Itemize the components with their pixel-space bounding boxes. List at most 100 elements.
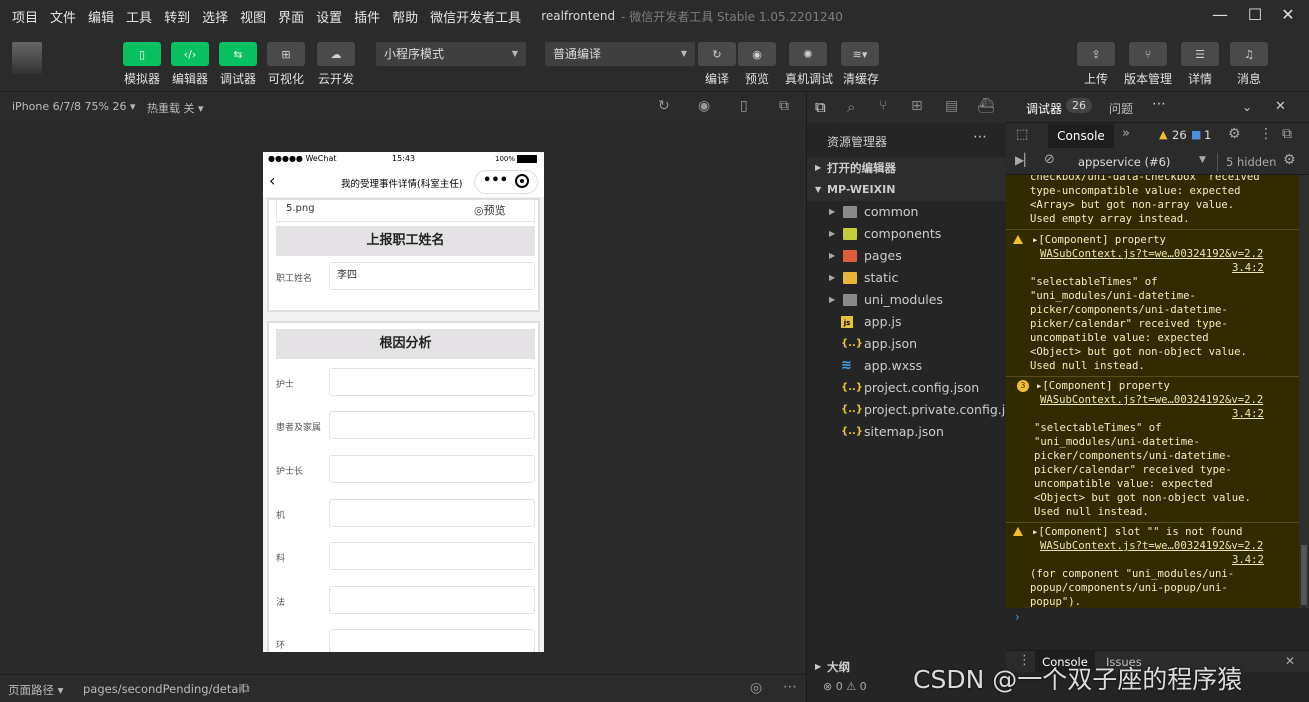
tab-debugger[interactable]: 调试器 xyxy=(1026,100,1062,117)
maximize-icon[interactable]: ☐ xyxy=(1243,4,1267,26)
source-link-line[interactable]: 3.4:2 xyxy=(1006,407,1299,421)
tree-folder[interactable]: ▶ common xyxy=(807,201,1007,223)
compile-button[interactable]: ↻ xyxy=(698,42,736,66)
tree-folder[interactable]: ▶ pages xyxy=(807,245,1007,267)
messages-button[interactable]: ♫ xyxy=(1230,42,1268,66)
source-link-line[interactable]: 3.4:2 xyxy=(1006,261,1299,275)
device-select[interactable]: iPhone 6/7/8 75% 26 ▾ xyxy=(12,100,136,113)
source-link[interactable]: WASubContext.js?t=we…00324192&v=2.2 xyxy=(1006,247,1299,261)
menu-goto[interactable]: 转到 xyxy=(158,7,196,26)
tab-issues[interactable]: 问题 xyxy=(1109,100,1133,117)
preview-link[interactable]: ◎预览 xyxy=(474,202,506,218)
details-button[interactable]: ☰ xyxy=(1181,42,1219,66)
head-nurse-input[interactable] xyxy=(329,455,535,483)
console-scrollbar[interactable] xyxy=(1299,175,1309,608)
problems-count[interactable]: ⊗ 0 ⚠ 0 xyxy=(823,680,867,693)
version-button[interactable]: ⑂ xyxy=(1129,42,1167,66)
debugger-button[interactable]: ⇆ xyxy=(219,42,257,66)
simulator-button[interactable]: ▯ xyxy=(123,42,161,66)
avatar[interactable] xyxy=(12,42,42,74)
menu-settings[interactable]: 设置 xyxy=(310,7,348,26)
more-icon[interactable]: ⋯ xyxy=(973,129,987,145)
extensions-icon[interactable]: ⊞ xyxy=(911,98,923,114)
tree-file[interactable]: {..} project.private.config.js... xyxy=(807,399,1024,421)
console-prompt-icon[interactable]: › xyxy=(1015,610,1020,624)
tree-file[interactable]: {..} sitemap.json xyxy=(807,421,1007,443)
tree-file[interactable]: ≋ app.wxss xyxy=(807,355,1007,377)
menu-select[interactable]: 选择 xyxy=(196,7,234,26)
open-editors-row[interactable]: ▶ 打开的编辑器 xyxy=(807,157,1007,179)
menu-help[interactable]: 帮助 xyxy=(386,7,424,26)
tree-file[interactable]: {..} project.config.json xyxy=(807,377,1007,399)
gear-icon[interactable]: ⚙ xyxy=(1228,126,1241,142)
menu-file[interactable]: 文件 xyxy=(44,7,82,26)
tree-file[interactable]: {..} app.json xyxy=(807,333,1007,355)
tree-folder[interactable]: ▶ uni_modules xyxy=(807,289,1007,311)
scrollbar-thumb[interactable] xyxy=(1301,545,1307,605)
close-window-icon[interactable]: ✕ xyxy=(1276,4,1300,26)
docker-icon[interactable]: ⛴ xyxy=(977,98,995,114)
source-link-line[interactable]: 3.4:2 xyxy=(1006,553,1299,567)
menu-project[interactable]: 项目 xyxy=(0,7,44,26)
console-message[interactable]: checkbox/uni-data-checkbox" received typ… xyxy=(1006,175,1299,230)
source-link[interactable]: WASubContext.js?t=we…00324192&v=2.2 xyxy=(1006,393,1299,407)
close-icon[interactable]: ✕ xyxy=(1285,654,1295,668)
source-link[interactable]: WASubContext.js?t=we…00324192&v=2.2 xyxy=(1006,539,1299,553)
console-message[interactable]: ▸[Component] slot "" is not found WASubC… xyxy=(1006,523,1299,608)
menu-interface[interactable]: 界面 xyxy=(272,7,310,26)
close-capsule-icon[interactable] xyxy=(515,174,529,188)
method-input[interactable] xyxy=(329,586,535,614)
hot-reload-select[interactable]: 热重载 关 ▾ xyxy=(147,100,204,116)
stop-icon[interactable]: ◉ xyxy=(698,98,710,114)
rotate-icon[interactable]: ↻ xyxy=(658,98,670,114)
patient-family-input[interactable] xyxy=(329,411,535,439)
material-input[interactable] xyxy=(329,542,535,570)
tree-folder[interactable]: ▶ components xyxy=(807,223,1007,245)
eye-icon[interactable]: ◎ xyxy=(750,680,762,696)
phone-outline-icon[interactable]: ▯ xyxy=(740,98,748,114)
tree-folder[interactable]: ▶ static xyxy=(807,267,1007,289)
editor-button[interactable]: ‹/› xyxy=(171,42,209,66)
git-icon[interactable]: ⑂ xyxy=(879,98,887,114)
preview-button[interactable]: ◉ xyxy=(738,42,776,66)
chevron-down-icon[interactable]: ▼ xyxy=(1199,155,1206,165)
menu-plugins[interactable]: 插件 xyxy=(348,7,386,26)
search-icon[interactable]: ⌕ xyxy=(847,98,855,116)
close-icon[interactable]: ✕ xyxy=(1275,99,1286,114)
menu-edit[interactable]: 编辑 xyxy=(82,7,120,26)
root-folder-row[interactable]: ▼ MP-WEIXIN xyxy=(807,179,1007,201)
dock-icon[interactable]: ⧉ xyxy=(1282,126,1292,142)
tree-file[interactable]: js app.js xyxy=(807,311,1007,333)
panel-icon[interactable]: ▤ xyxy=(945,98,958,114)
files-icon[interactable]: ⧉ xyxy=(815,98,826,116)
console-message[interactable]: ▸[Component] property WASubContext.js?t=… xyxy=(1006,231,1299,377)
chevron-down-icon[interactable]: ⌄ xyxy=(1242,100,1252,114)
capsule-menu[interactable]: ••• xyxy=(474,170,538,194)
machine-input[interactable] xyxy=(329,499,535,527)
nurse-input[interactable] xyxy=(329,368,535,396)
environment-input[interactable] xyxy=(329,629,535,652)
employee-name-input[interactable]: 李四 xyxy=(329,262,535,290)
cloud-button[interactable]: ☁ xyxy=(317,42,355,66)
more-icon[interactable]: ⋯ xyxy=(1152,96,1166,112)
minimize-icon[interactable]: — xyxy=(1208,4,1232,26)
clear-console-icon[interactable]: ⊘ xyxy=(1044,152,1055,167)
copy-icon[interactable]: ⧉ xyxy=(241,681,250,696)
more-dots-icon[interactable]: ••• xyxy=(483,173,508,188)
back-icon[interactable]: ‹ xyxy=(269,171,275,190)
sidebar-toggle-icon[interactable]: ▶▏ xyxy=(1015,153,1033,167)
context-select[interactable]: appservice (#6) xyxy=(1078,155,1170,169)
remote-debug-button[interactable]: ✺ xyxy=(789,42,827,66)
more-tabs-icon[interactable]: » xyxy=(1122,126,1130,141)
mode-select[interactable]: 小程序模式 ▼ xyxy=(376,42,526,66)
menu-view[interactable]: 视图 xyxy=(234,7,272,26)
gear-icon[interactable]: ⚙ xyxy=(1283,152,1296,168)
inspect-icon[interactable]: ⬚ xyxy=(1016,127,1028,142)
more-icon[interactable]: ⋯ xyxy=(783,679,797,695)
detach-icon[interactable]: ⧉ xyxy=(779,98,789,114)
tab-console[interactable]: Console xyxy=(1048,124,1114,148)
menu-devtools[interactable]: 微信开发者工具 xyxy=(424,7,527,26)
kebab-icon[interactable]: ⋮ xyxy=(1259,126,1273,142)
clear-cache-button[interactable]: ≋▾ xyxy=(841,42,879,66)
menu-tools[interactable]: 工具 xyxy=(120,7,158,26)
